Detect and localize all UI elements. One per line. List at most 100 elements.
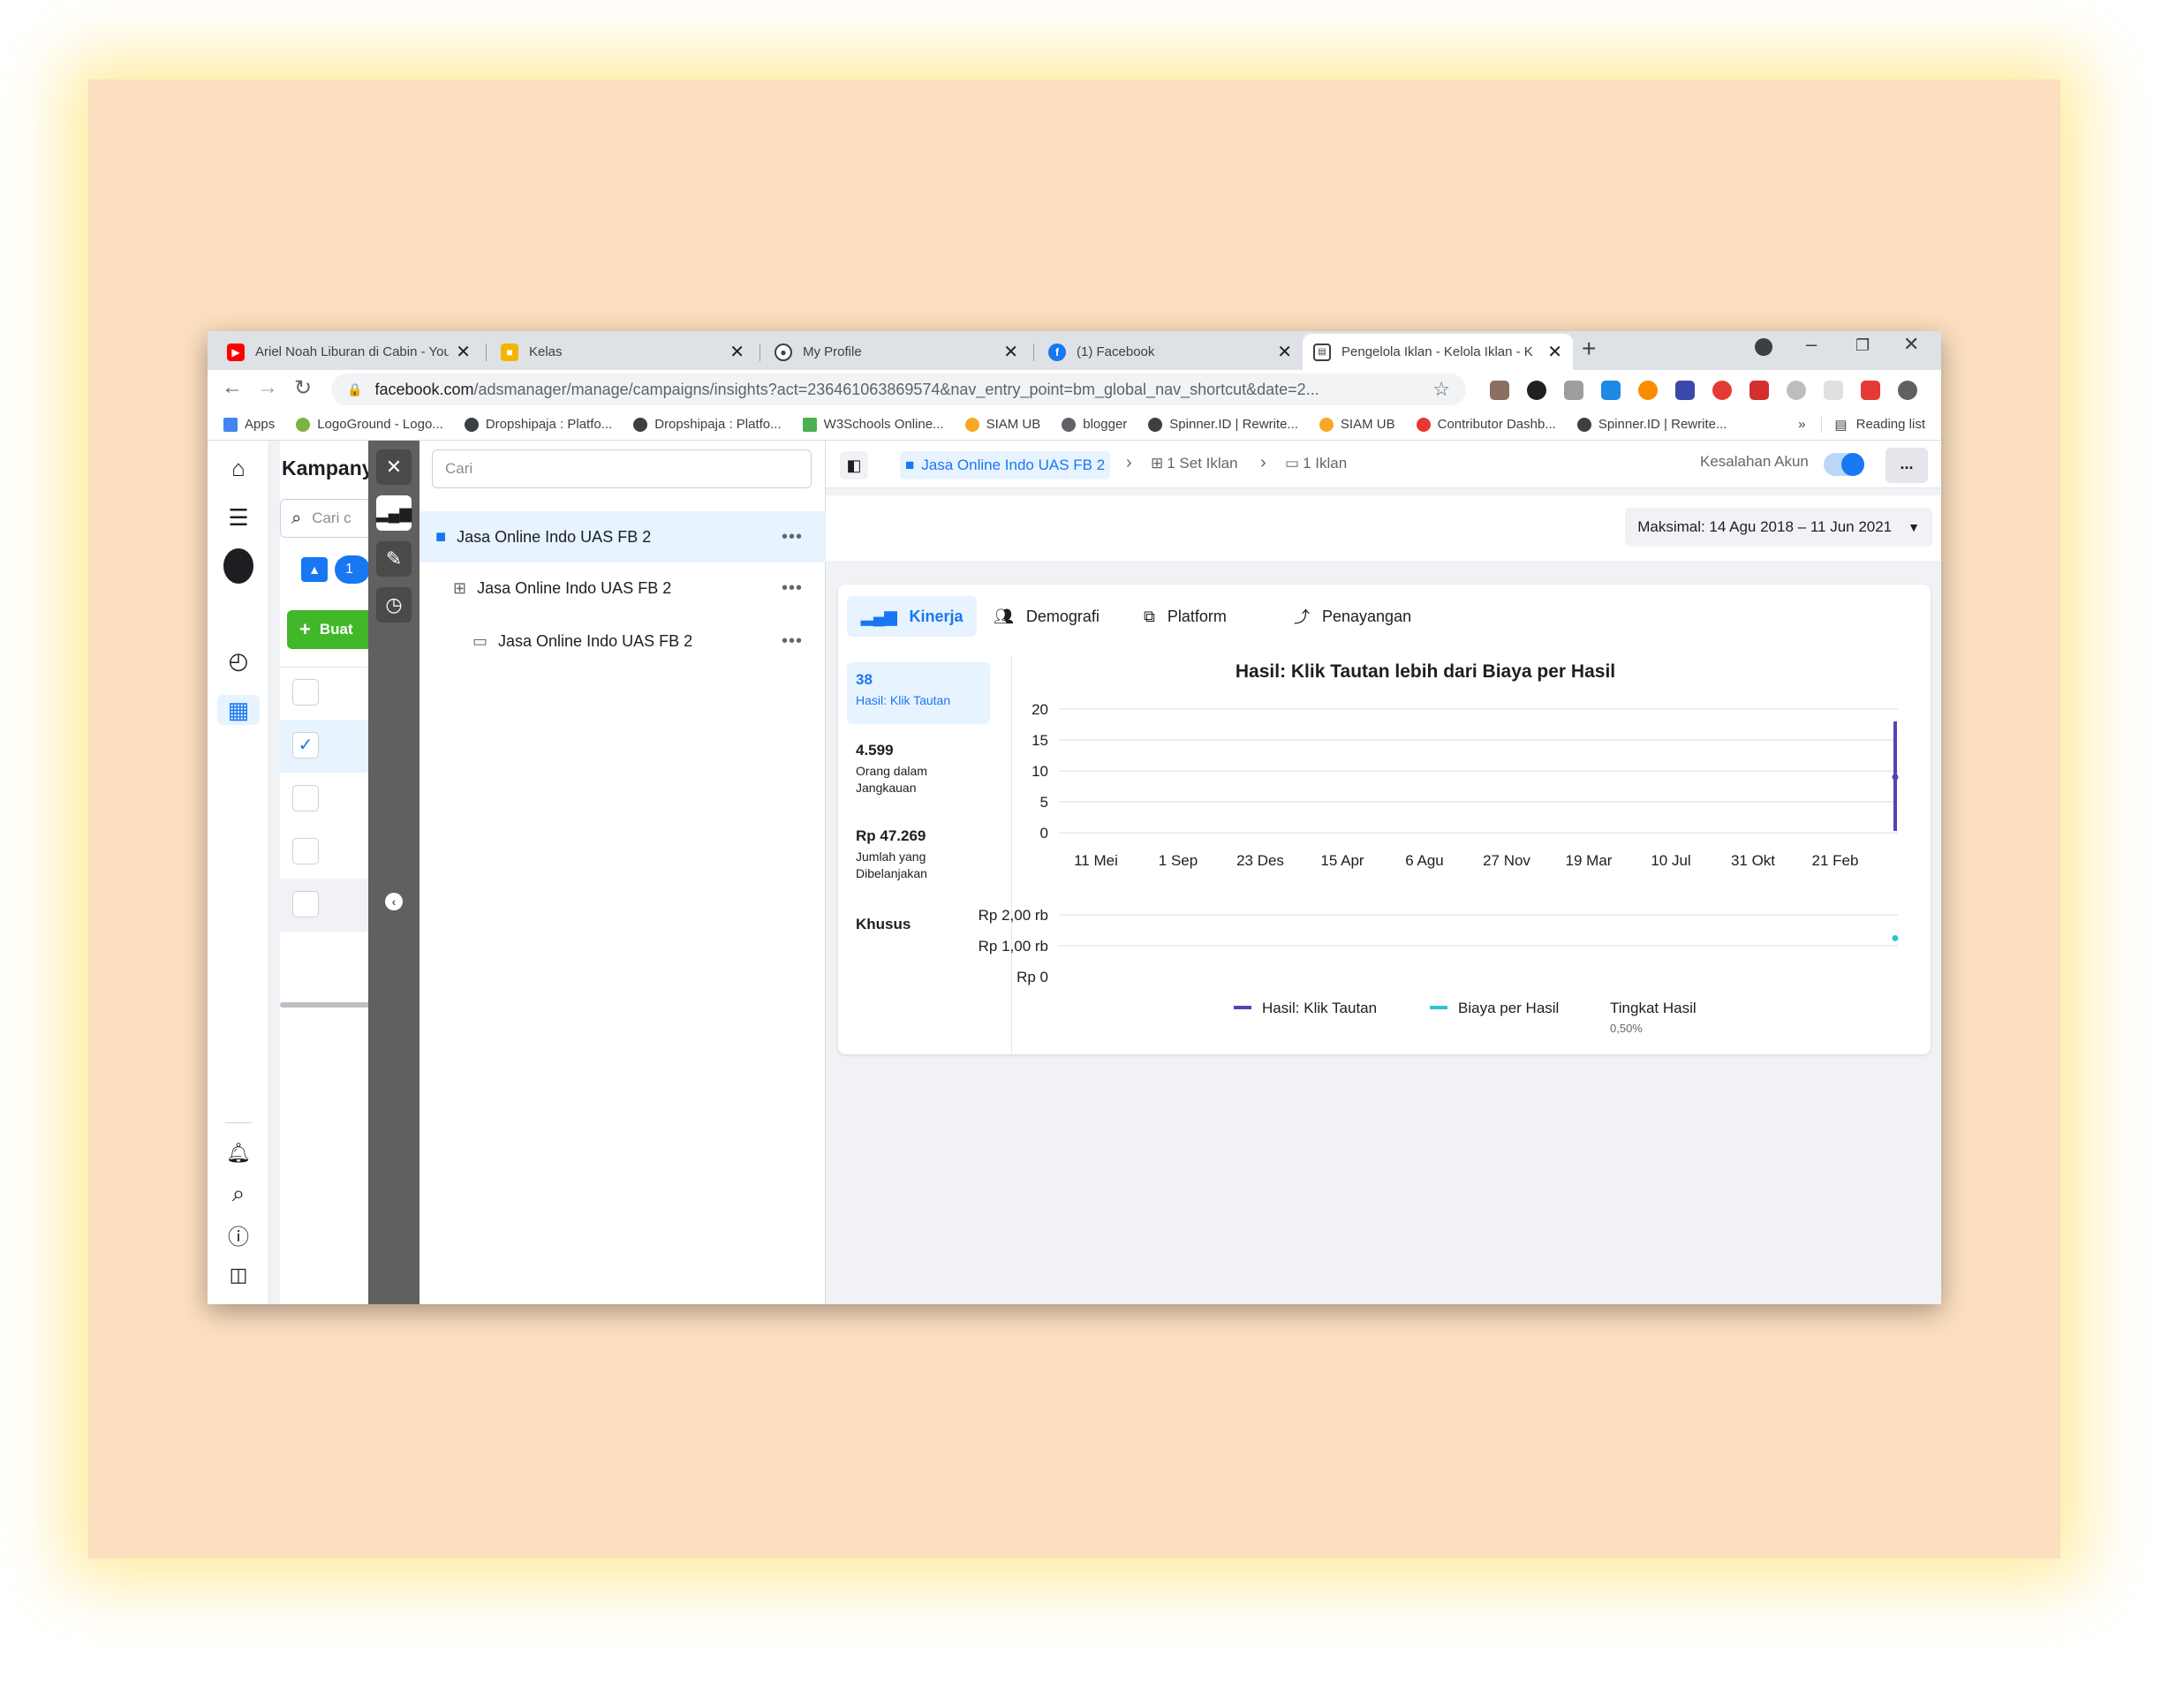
legend-label: Hasil: Klik Tautan (1262, 1000, 1377, 1016)
gauge-icon[interactable]: ◴ (223, 645, 253, 676)
menu-icon[interactable]: ☰ (223, 502, 253, 532)
checkbox[interactable] (292, 891, 319, 917)
home-icon[interactable]: ⌂ (223, 453, 253, 483)
more-options-icon[interactable]: ••• (782, 527, 803, 547)
checkbox-checked[interactable]: ✓ (292, 732, 319, 759)
bookmark-star-icon[interactable]: ☆ (1432, 378, 1450, 401)
bookmark-item[interactable]: Dropshipaja : Platfo... (633, 417, 782, 432)
tab-title: Pengelola Iklan - Kelola Iklan - K (1341, 344, 1533, 359)
classroom-icon: ■ (501, 343, 518, 361)
close-icon[interactable]: ✕ (376, 449, 412, 485)
close-tab-icon[interactable]: ✕ (456, 341, 471, 363)
x-tick-label: 31 Okt (1731, 852, 1775, 869)
tree-search-input[interactable]: Cari (432, 449, 812, 488)
tree-item-adset[interactable]: ⊞ Jasa Online Indo UAS FB 2 ••• (419, 562, 826, 614)
extension-icon[interactable] (1824, 381, 1843, 400)
sidebar-toggle-icon[interactable]: ◧ (840, 451, 868, 479)
x-tick-label: 19 Mar (1566, 852, 1613, 869)
tab-youtube[interactable]: ▶ Ariel Noah Liburan di Cabin - You ✕ (216, 334, 481, 370)
edit-pencil-icon[interactable]: ✎ (376, 541, 412, 577)
logoground-icon (296, 417, 311, 432)
extension-icon[interactable] (1490, 381, 1509, 400)
more-bookmarks-icon[interactable]: » (1798, 417, 1805, 432)
extension-icon[interactable] (1527, 381, 1546, 400)
x-tick-label: 23 Des (1236, 852, 1284, 869)
help-icon[interactable]: ⓘ (223, 1219, 253, 1249)
address-bar[interactable]: 🔒 facebook.com/adsmanager/manage/campaig… (331, 374, 1466, 405)
extension-icon[interactable] (1601, 381, 1621, 400)
ad-icon: ▭ (472, 631, 488, 650)
bookmark-item[interactable]: blogger (1062, 417, 1127, 432)
restore-icon[interactable]: ❐ (1855, 336, 1870, 355)
close-tab-icon[interactable]: ✕ (1003, 341, 1018, 363)
bookmark-item[interactable]: SIAM UB (1319, 417, 1395, 432)
bookmark-item[interactable]: Spinner.ID | Rewrite... (1148, 417, 1298, 432)
close-window-icon[interactable]: ✕ (1903, 333, 1919, 356)
blogger-icon (1062, 417, 1077, 432)
tree-item-campaign[interactable]: ■ Jasa Online Indo UAS FB 2 ••• (419, 511, 826, 562)
insights-main: ◧ ■ Jasa Online Indo UAS FB 2 › ⊞ 1 Set Ik… (826, 441, 1941, 1304)
forward-icon[interactable]: → (257, 375, 278, 400)
extension-icon[interactable] (1564, 381, 1583, 400)
checkbox[interactable] (292, 785, 319, 812)
tree-item-ad[interactable]: ▭ Jasa Online Indo UAS FB 2 ••• (419, 615, 826, 667)
date-range-picker[interactable]: Maksimal: 14 Agu 2018 – 11 Jun 2021 ▼ (1625, 508, 1932, 547)
search-icon[interactable]: ⌕ (223, 1179, 253, 1209)
extension-icon[interactable] (1638, 381, 1658, 400)
collapse-chevron-icon[interactable]: ‹ (385, 893, 403, 910)
reading-list[interactable]: ▤ Reading list (1821, 416, 1925, 433)
siam-icon (964, 417, 979, 432)
profile-icon: ● (775, 343, 792, 361)
campaigns-table-icon[interactable]: ▦ (217, 695, 260, 725)
extension-icon[interactable] (1749, 381, 1769, 400)
chart-bar-icon[interactable]: ▂▄▆ (376, 495, 412, 531)
breadcrumb-campaign[interactable]: ■ Jasa Online Indo UAS FB 2 (900, 451, 1111, 479)
back-icon[interactable]: ← (222, 375, 243, 400)
series-point-cost (1892, 934, 1899, 941)
chart-title: Hasil: Klik Tautan lebih dari Biaya per … (1236, 661, 1615, 682)
bookmark-item[interactable]: SIAM UB (964, 417, 1040, 432)
tab-my-profile[interactable]: ● My Profile ✕ (764, 334, 1029, 370)
bookmark-item[interactable]: W3Schools Online... (802, 417, 944, 432)
breadcrumb-ad[interactable]: ▭ 1 Iklan (1285, 455, 1347, 472)
globe-icon (1148, 417, 1163, 432)
history-clock-icon[interactable]: ◷ (376, 587, 412, 623)
more-options-icon[interactable]: ••• (782, 631, 803, 652)
breadcrumb-adset[interactable]: ⊞ 1 Set Iklan (1151, 455, 1238, 472)
bookmark-item[interactable]: Spinner.ID | Rewrite... (1576, 417, 1727, 432)
close-tab-icon[interactable]: ✕ (1277, 341, 1292, 363)
extension-icon[interactable] (1861, 381, 1880, 400)
tab-ads-manager[interactable]: ▤ Pengelola Iklan - Kelola Iklan - K ✕ (1303, 334, 1573, 370)
bookmark-item[interactable]: Dropshipaja : Platfo... (464, 417, 612, 432)
tab-kelas[interactable]: ■ Kelas ✕ (490, 334, 755, 370)
checkbox[interactable] (292, 679, 319, 706)
extension-icon[interactable] (1787, 381, 1806, 400)
close-tab-icon[interactable]: ✕ (729, 341, 744, 363)
bookmark-item[interactable]: LogoGround - Logo... (296, 417, 443, 432)
bell-icon[interactable]: 🔔︎ (223, 1138, 253, 1168)
avatar[interactable] (1898, 381, 1917, 400)
new-tab-icon[interactable]: + (1582, 335, 1596, 363)
bookmark-item[interactable]: Contributor Dashb... (1416, 417, 1556, 432)
legend-sub-label: 0,50% (1610, 1022, 1643, 1035)
tab-strip: ▶ Ariel Noah Liburan di Cabin - You ✕ ■ … (208, 331, 1941, 370)
minimize-icon[interactable]: – (1806, 333, 1817, 356)
account-error-toggle[interactable] (1824, 453, 1864, 476)
selection-count-badge[interactable]: 1 (335, 555, 370, 584)
avatar[interactable] (223, 548, 253, 584)
profile-circle-icon[interactable] (1755, 338, 1772, 356)
series-point-results (1892, 774, 1899, 781)
folder-icon[interactable]: ▲ (301, 557, 328, 582)
create-button[interactable]: + Buat (287, 610, 375, 649)
tab-facebook[interactable]: f (1) Facebook ✕ (1038, 334, 1303, 370)
more-options-icon[interactable]: ••• (782, 578, 803, 599)
panel-toggle-icon[interactable]: ◫ (223, 1260, 253, 1290)
close-tab-icon[interactable]: ✕ (1547, 341, 1562, 363)
bookmark-apps[interactable]: Apps (223, 417, 275, 432)
more-button[interactable]: ... (1885, 448, 1928, 483)
checkbox[interactable] (292, 838, 319, 864)
reload-icon[interactable]: ↻ (294, 375, 312, 401)
extension-icon[interactable] (1675, 381, 1695, 400)
extension-icon[interactable] (1712, 381, 1732, 400)
y-tick-label: Rp 1,00 rb (979, 938, 1048, 955)
